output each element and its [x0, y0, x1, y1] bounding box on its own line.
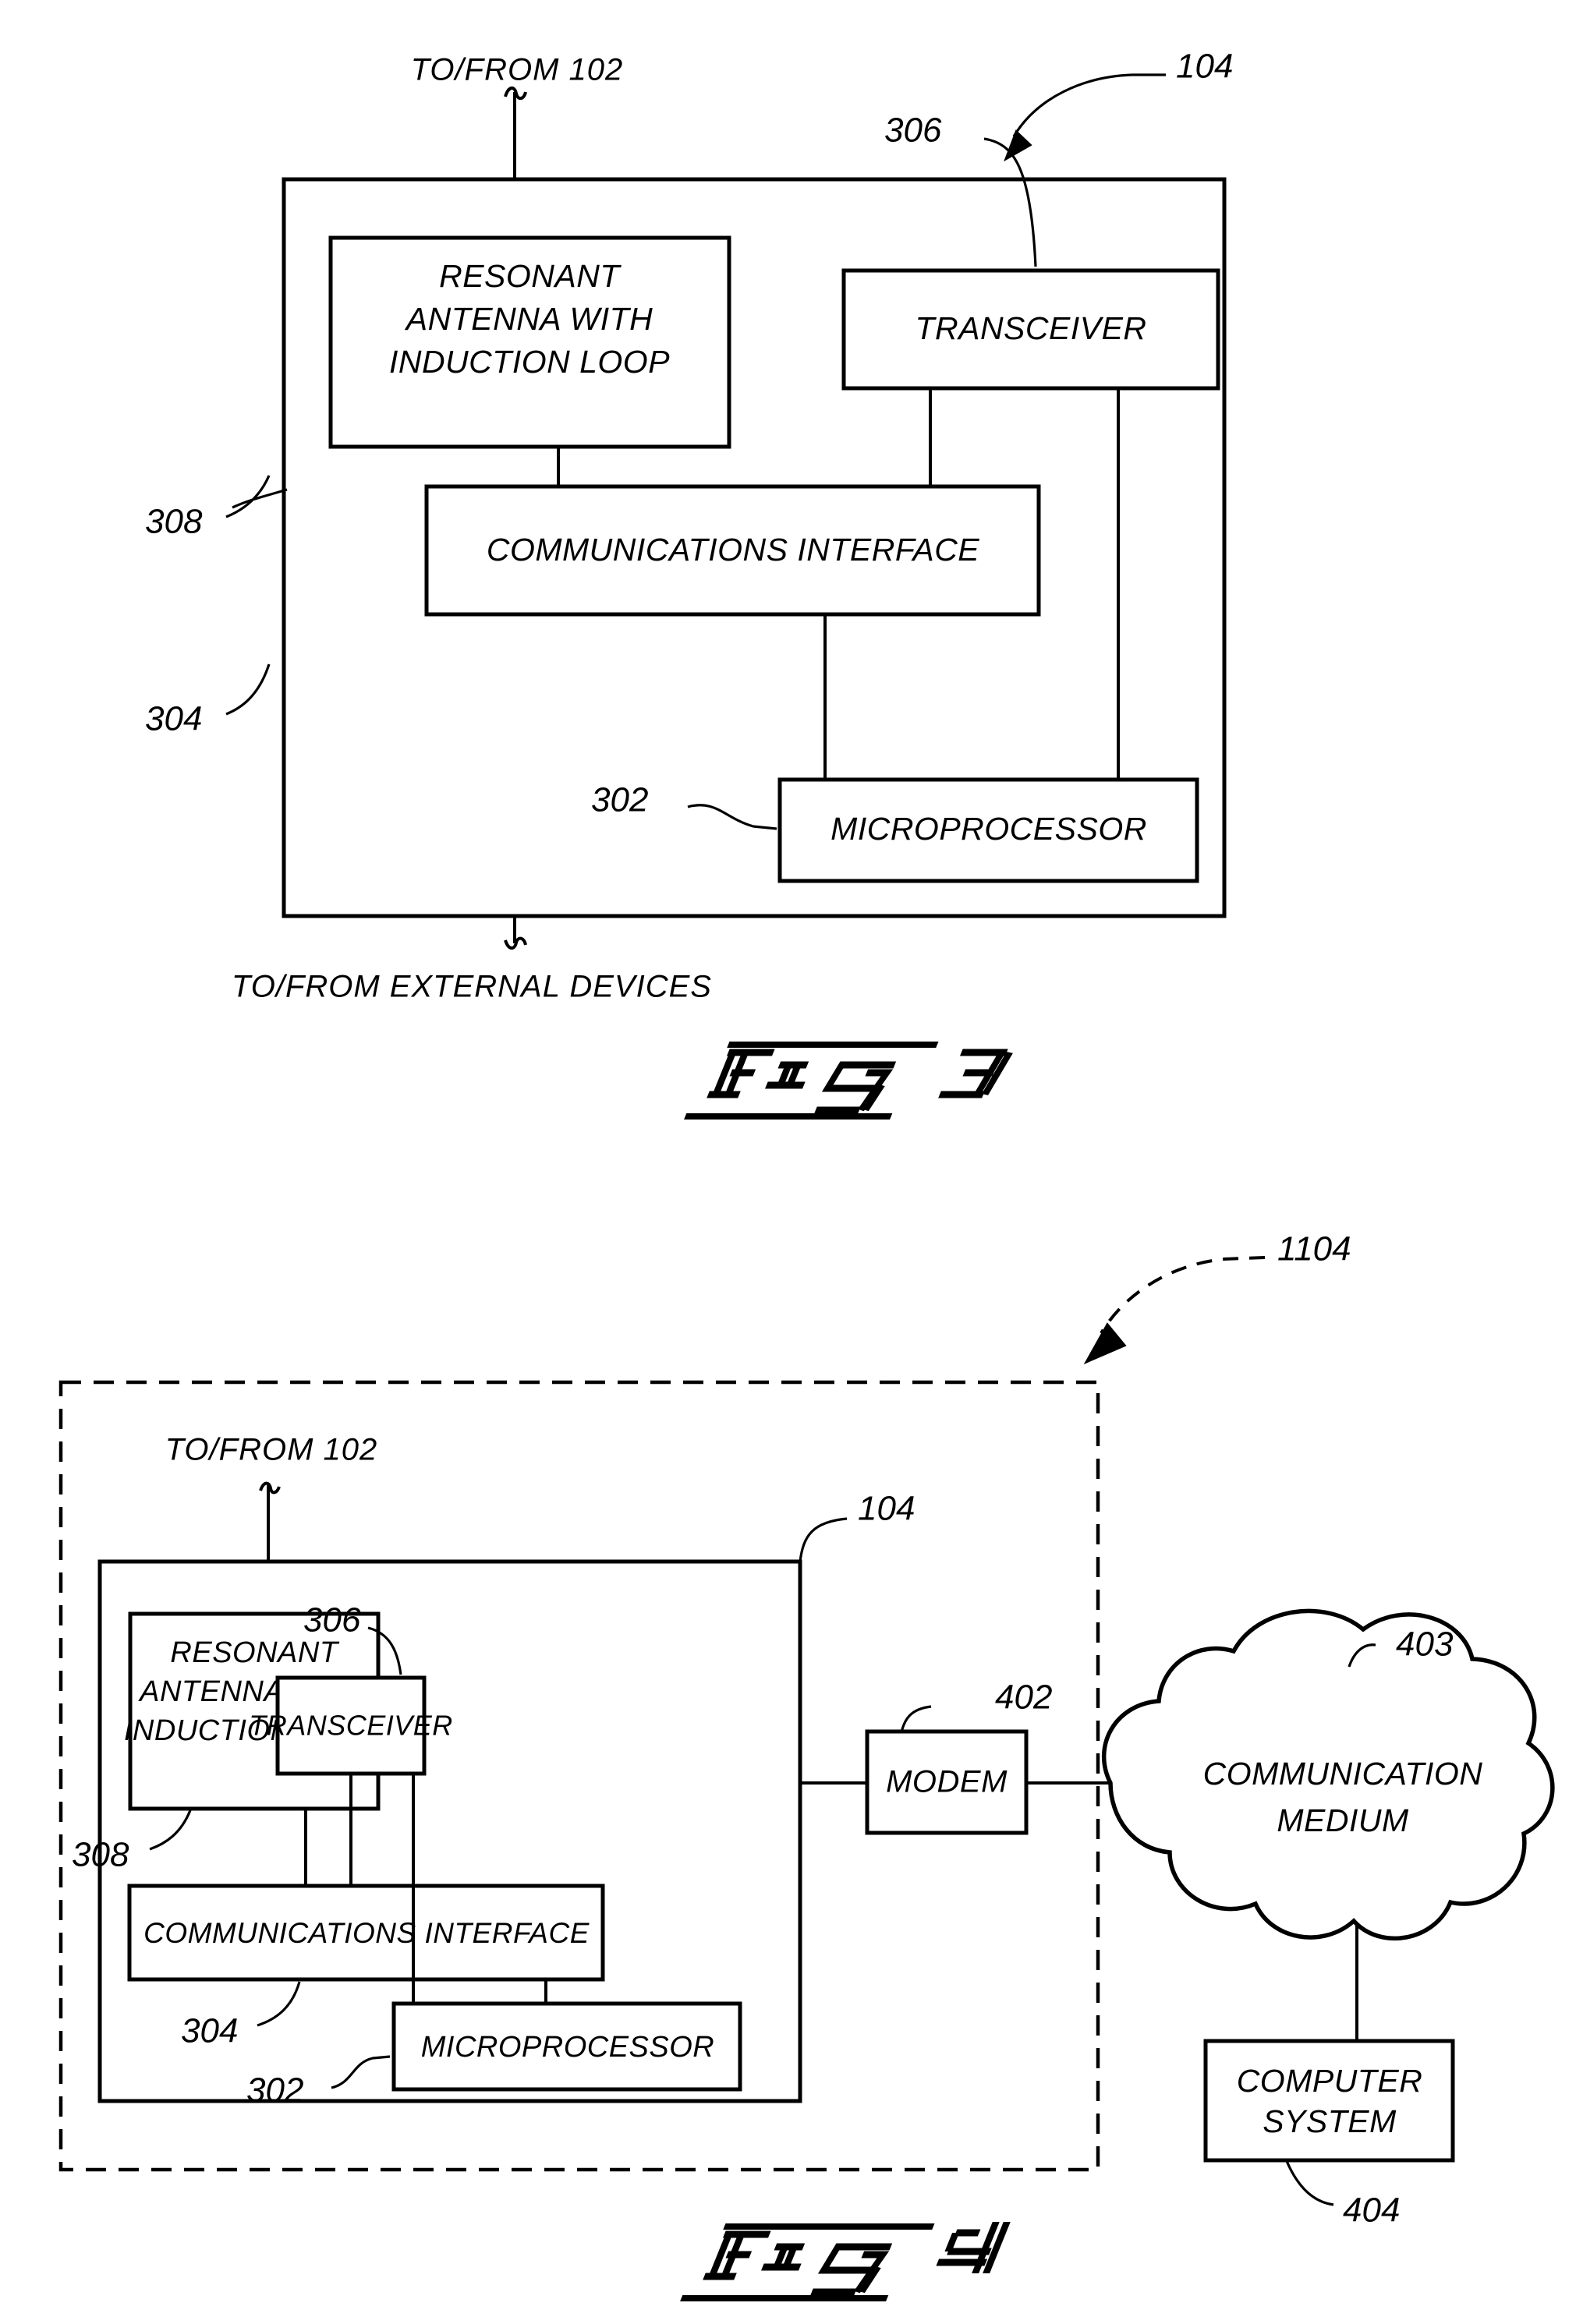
computer-system-label-line2-fig4: SYSTEM	[1263, 2103, 1397, 2139]
ref-402-leader-fig4	[900, 1705, 932, 1733]
ref-number-308-fig4: 308	[72, 1836, 129, 1874]
figure-canvas: 104 TO/FROM 102 RESONANT ANTENNA WITH IN…	[58, 48, 1555, 2301]
antenna-label-line1-fig3: RESONANT	[439, 258, 622, 294]
ref-number-402-fig4: 402	[995, 1678, 1052, 1717]
ref-number-304-fig4: 304	[181, 2012, 238, 2050]
figure-3: 104 TO/FROM 102 RESONANT ANTENNA WITH IN…	[145, 48, 1233, 1120]
ref-number-308-fig3: 308	[145, 503, 203, 541]
transceiver-label-fig3: TRANSCEIVER	[915, 310, 1146, 346]
ref-number-304-fig3: 304	[145, 700, 202, 738]
microprocessor-label-fig3: MICROPROCESSOR	[830, 811, 1147, 847]
cloud-label-line1-fig4: COMMUNICATION	[1203, 1756, 1483, 1792]
arrowhead-104-fig3	[1004, 129, 1032, 162]
ref-404-leader-fig4	[1285, 2160, 1334, 2206]
ref-1104-leader-fig4	[1083, 1256, 1266, 1365]
ref-number-302-fig4: 302	[246, 2071, 303, 2110]
ref-number-403-fig4: 403	[1396, 1625, 1454, 1664]
figure-4: 1104 TO/FROM 102 104 RESONANT ANTENNA WI…	[58, 1230, 1555, 2301]
ref-number-1104-fig4: 1104	[1277, 1230, 1351, 1268]
ref-104-leader-fig4	[799, 1517, 848, 1562]
computer-system-box-fig4	[1203, 2039, 1455, 2163]
ref-number-306-fig4: 306	[303, 1601, 361, 1640]
transceiver-label-fig4: TRANSCEIVER	[249, 1710, 453, 1742]
comms-interface-label-fig3: COMMUNICATIONS INTERFACE	[487, 532, 979, 568]
port-label-to-from-102-fig3: TO/FROM 102	[411, 53, 624, 87]
comms-interface-label-fig4: COMMUNICATIONS INTERFACE	[143, 1917, 590, 1949]
ref-number-306-fig3: 306	[884, 111, 942, 150]
port-label-to-from-102-fig4: TO/FROM 102	[165, 1433, 378, 1467]
communication-medium-cloud-fig4: COMMUNICATION MEDIUM	[1101, 1608, 1555, 1941]
cloud-label-line2-fig4: MEDIUM	[1277, 1802, 1409, 1838]
ref-number-302-fig3: 302	[591, 781, 648, 819]
ref-104-leader-fig3	[1004, 73, 1166, 162]
patent-drawing-sheet: 104 TO/FROM 102 RESONANT ANTENNA WITH IN…	[0, 0, 1576, 2324]
ref-number-104-fig3: 104	[1176, 48, 1233, 86]
arrowhead-1104-fig4	[1083, 1322, 1127, 1365]
ref-number-104-fig4: 104	[858, 1490, 915, 1528]
modem-label-fig4: MODEM	[886, 1765, 1008, 1799]
port-label-external-devices-fig3: TO/FROM EXTERNAL DEVICES	[232, 970, 712, 1004]
antenna-label-line2-fig3: ANTENNA WITH	[404, 301, 653, 337]
ref-number-404-fig4: 404	[1343, 2191, 1400, 2230]
computer-system-label-line1-fig4: COMPUTER	[1237, 2063, 1423, 2099]
microprocessor-label-fig4: MICROPROCESSOR	[421, 2031, 714, 2064]
figure-3-caption	[684, 1042, 1013, 1120]
ref-304-leader-fig3	[225, 663, 271, 716]
antenna-label-line3-fig3: INDUCTION LOOP	[389, 344, 670, 380]
figure-4-caption	[680, 2222, 1011, 2301]
antenna-label-line1-fig4: RESONANT	[170, 1636, 339, 1669]
